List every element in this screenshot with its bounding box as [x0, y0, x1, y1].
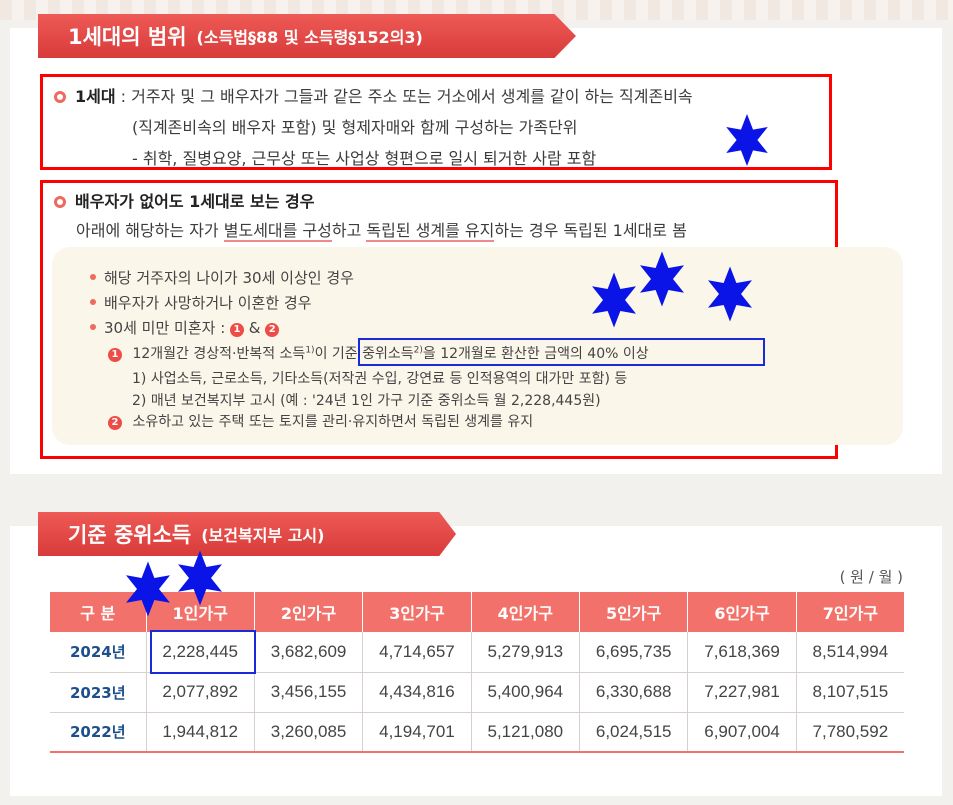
value-cell: 4,714,657 [362, 632, 472, 673]
section-subtitle: (보건복지부 고시) [201, 526, 325, 545]
exception-text-a: 아래에 해당하는 자가 [76, 221, 224, 240]
section-title: 기준 중위소득 [68, 523, 192, 547]
star-icon [126, 561, 170, 617]
sub-condition-text-a: 12개월간 경상적·반복적 소득 [132, 346, 306, 362]
definition-term: 1세대 [75, 87, 116, 106]
bullet-icon [90, 324, 96, 330]
annotation-box-2024-single [150, 630, 256, 674]
year-cell: 2024년 [50, 632, 146, 673]
value-cell: 8,107,515 [795, 672, 904, 713]
star-icon [640, 251, 684, 307]
year-cell: 2022년 [50, 712, 146, 753]
value-cell: 8,514,994 [795, 632, 904, 673]
value-cell: 5,279,913 [470, 632, 580, 673]
star-icon [708, 266, 752, 322]
footnote-2: 2) 매년 보건복지부 고시 (예 : '24년 1인 가구 기준 중위소득 월… [132, 393, 601, 409]
condition-item: 해당 거주자의 나이가 30세 이상인 경우 [90, 267, 354, 288]
sub-condition-text-b: 이 [314, 346, 332, 362]
value-cell: 6,695,735 [578, 632, 688, 673]
definition-line-3: - 취학, 질병요양, 근무상 또는 사업상 형편으로 일시 퇴거한 사람 포함 [132, 149, 597, 168]
condition-item: 30세 미만 미혼자 : 1 & 2 [90, 317, 280, 338]
exception-text-c: 하는 경우 독립된 1세대로 봄 [494, 221, 687, 240]
sub-condition-2: 2 소유하고 있는 주택 또는 토지를 관리·유지하면서 독립된 생계를 유지 [108, 411, 533, 431]
circle-bullet-icon [54, 91, 66, 103]
header-cell: 2인가구 [253, 592, 363, 632]
table-row: 2022년 1,944,812 3,260,085 4,194,701 5,12… [50, 712, 904, 753]
circle-bullet-icon [54, 196, 66, 208]
value-cell: 7,227,981 [687, 672, 797, 713]
section-title: 1세대의 범위 [68, 25, 187, 49]
bullet-icon [90, 274, 96, 280]
header-cell: 7인가구 [795, 592, 904, 632]
circled-number-icon: 2 [265, 323, 280, 337]
exception-text-b: 하고 [331, 221, 367, 240]
value-cell: 3,682,609 [253, 632, 363, 673]
condition-item: 배우자가 사망하거나 이혼한 경우 [90, 292, 312, 313]
ampersand: & [244, 319, 266, 337]
value-cell: 1,944,812 [145, 712, 255, 753]
star-icon [178, 550, 222, 606]
definition-line-2: (직계존비속의 배우자 포함) 및 형제자매와 함께 구성하는 가족단위 [132, 118, 578, 137]
header-cell: 5인가구 [578, 592, 688, 632]
sub-condition-2-text: 소유하고 있는 주택 또는 토지를 관리·유지하면서 독립된 생계를 유지 [132, 414, 534, 430]
definition-text: : 거주자 및 그 배우자가 그들과 같은 주소 또는 거소에서 생계를 같이 … [115, 87, 693, 106]
exception-underline-1: 별도세대를 구성 [223, 221, 332, 242]
circled-number-icon: 1 [230, 323, 245, 337]
value-cell: 6,907,004 [687, 712, 797, 753]
header-cell: 3인가구 [362, 592, 472, 632]
header-cell: 6인가구 [687, 592, 797, 632]
exception-description: 아래에 해당하는 자가 별도세대를 구성하고 독립된 생계를 유지하는 경우 독… [76, 217, 687, 242]
value-cell: 3,260,085 [253, 712, 363, 753]
footnote-ref: 1) [305, 345, 315, 356]
bullet-icon [90, 299, 96, 305]
definition-line-1: 1세대 : 거주자 및 그 배우자가 그들과 같은 주소 또는 거소에서 생계를… [54, 83, 693, 107]
section-subtitle: (소득법§88 및 소득령§152의3) [196, 28, 423, 47]
value-cell: 6,024,515 [578, 712, 688, 753]
value-cell: 3,456,155 [253, 672, 363, 713]
value-cell: 7,780,592 [795, 712, 904, 753]
circled-number-icon: 2 [108, 416, 122, 430]
exception-underline-2: 독립된 생계를 유지 [366, 221, 495, 242]
exception-heading: 배우자가 없어도 1세대로 보는 경우 [54, 188, 315, 212]
value-cell: 5,400,964 [470, 672, 580, 713]
condition-text: 30세 미만 미혼자 : [104, 319, 231, 337]
table-row: 2023년 2,077,892 3,456,155 4,434,816 5,40… [50, 672, 904, 713]
value-cell: 2,077,892 [145, 672, 255, 713]
exception-title: 배우자가 없어도 1세대로 보는 경우 [75, 192, 315, 211]
value-cell: 6,330,688 [578, 672, 688, 713]
value-cell: 5,121,080 [470, 712, 580, 753]
value-cell: 4,434,816 [362, 672, 472, 713]
circled-number-icon: 1 [108, 348, 122, 362]
star-icon [726, 114, 768, 166]
section-banner-median-income: 기준 중위소득 (보건복지부 고시) [38, 512, 456, 556]
year-cell: 2023년 [50, 672, 146, 713]
star-icon [592, 272, 636, 328]
condition-text: 배우자가 사망하거나 이혼한 경우 [104, 294, 312, 312]
header-cell: 4인가구 [470, 592, 580, 632]
condition-text: 해당 거주자의 나이가 30세 이상인 경우 [104, 269, 354, 287]
section-banner-household: 1세대의 범위 (소득법§88 및 소득령§152의3) [38, 14, 576, 58]
unit-label: ( 원 / 월 ) [839, 568, 903, 586]
value-cell: 4,194,701 [362, 712, 472, 753]
footnote-1: 1) 사업소득, 근로소득, 기타소득(저작권 수입, 강연료 등 인적용역의 … [132, 371, 628, 387]
annotation-box-median-income-note [358, 338, 765, 366]
value-cell: 7,618,369 [687, 632, 797, 673]
